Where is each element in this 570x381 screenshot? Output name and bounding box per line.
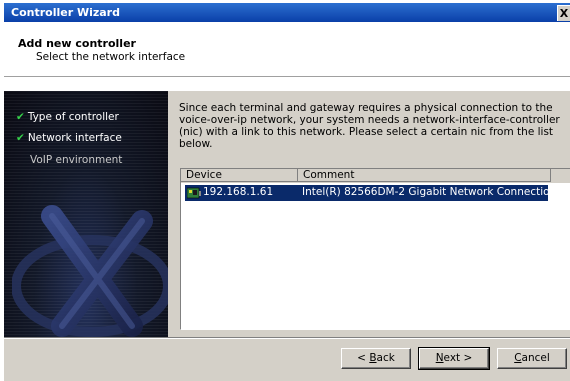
list-row-selected[interactable]: 192.168.1.61 Intel(R) 82566DM-2 Gigabit … (185, 185, 570, 201)
cancel-mnemonic: C (514, 352, 522, 364)
checkmark-icon: ✔ (16, 111, 25, 123)
nic-list[interactable]: Device Comment 192.168.1.61 Intel(R) 825… (180, 168, 570, 330)
window-title: Controller Wizard (11, 6, 120, 19)
back-button[interactable]: < Back (341, 348, 411, 369)
next-mnemonic: N (435, 352, 444, 364)
step-type-of-controller: ✔ Type of controller (16, 111, 119, 123)
column-header-comment[interactable]: Comment (298, 169, 551, 182)
page-title: Add new controller (18, 37, 136, 50)
wizard-logo-icon (12, 205, 168, 337)
checkmark-icon: ✔ (16, 132, 25, 144)
next-label: ext > (443, 352, 473, 364)
back-label: ack (376, 352, 395, 364)
step-network-interface: ✔ Network interface (16, 132, 122, 144)
cancel-button[interactable]: Cancel (497, 348, 567, 369)
list-header: Device Comment (181, 169, 570, 183)
step-voip-environment: VoIP environment (30, 154, 122, 166)
back-mnemonic: B (369, 352, 377, 364)
wizard-steps-sidebar: ✔ Type of controller ✔ Network interface V… (4, 91, 168, 337)
wizard-header: Add new controller Select the network in… (4, 22, 570, 77)
wizard-content: Since each terminal and gateway requires… (168, 91, 570, 337)
close-icon: X (559, 7, 569, 20)
comment-cell: Intel(R) 82566DM-2 Gigabit Network Conne… (302, 186, 570, 198)
device-cell: 192.168.1.61 (203, 186, 274, 198)
title-bar[interactable]: Controller Wizard X (4, 3, 570, 22)
wizard-footer: < Back Next > Cancel (4, 339, 570, 381)
network-card-icon (187, 187, 201, 199)
page-subtitle: Select the network interface (36, 51, 186, 63)
close-button[interactable]: X (557, 5, 570, 21)
description-text: Since each terminal and gateway requires… (179, 102, 560, 150)
next-button[interactable]: Next > (418, 347, 490, 370)
step-label: Type of controller (27, 111, 119, 123)
back-prefix: < (357, 352, 370, 364)
step-label: VoIP environment (30, 154, 123, 166)
column-header-device[interactable]: Device (181, 169, 298, 182)
cancel-label: ancel (521, 352, 550, 364)
step-label: Network interface (27, 132, 122, 144)
